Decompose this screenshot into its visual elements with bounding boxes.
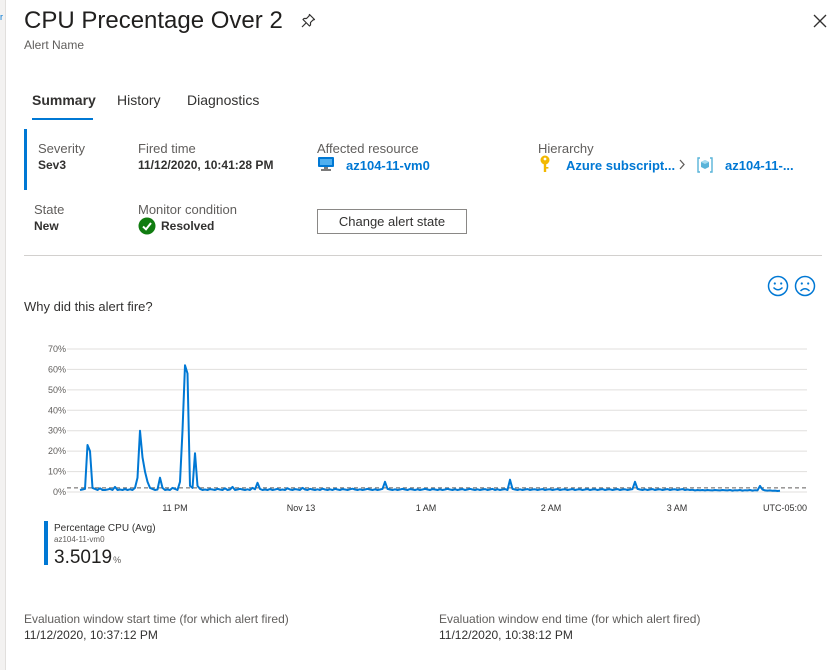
why-fired-heading: Why did this alert fire? <box>24 299 153 314</box>
y-tick-label: 70% <box>48 344 66 354</box>
affected-resource-label: Affected resource <box>317 141 419 156</box>
legend-value-number: 3.5019 <box>54 547 113 568</box>
key-icon <box>540 155 550 172</box>
legend-color-bar <box>44 521 48 565</box>
monitor-condition-label: Monitor condition <box>138 202 237 217</box>
page-title: CPU Precentage Over 2 <box>24 7 283 34</box>
legend-metric-name[interactable]: Percentage CPU (Avg) <box>54 523 156 534</box>
monitor-condition-value: Resolved <box>161 219 215 233</box>
hierarchy-label: Hierarchy <box>538 141 594 156</box>
x-tick-label: 11 PM <box>162 503 187 513</box>
chart-x-axis: 11 PM Nov 13 1 AM 2 AM 3 AM UTC-05:00 <box>162 503 807 513</box>
eval-end-label: Evaluation window end time (for which al… <box>439 612 701 626</box>
eval-start-label: Evaluation window start time (for which … <box>24 612 289 626</box>
resource-group-icon <box>697 157 713 173</box>
fired-time-label: Fired time <box>138 141 196 156</box>
series-line-percentage-cpu <box>79 364 781 492</box>
x-tick-label: UTC-05:00 <box>763 503 807 513</box>
eval-start-value: 11/12/2020, 10:37:12 PM <box>24 628 158 642</box>
x-tick-label: Nov 13 <box>287 503 316 513</box>
hierarchy-resource-group-link[interactable]: az104-11-... <box>725 158 794 173</box>
fired-time-value: 11/12/2020, 10:41:28 PM <box>138 158 274 172</box>
y-tick-label: 40% <box>48 405 66 415</box>
y-tick-label: 30% <box>48 426 66 436</box>
y-tick-label: 60% <box>48 364 66 374</box>
page-subtitle: Alert Name <box>24 38 85 52</box>
y-tick-label: 50% <box>48 385 66 395</box>
cpu-line-chart: 70% 60% 50% 40% 30% 20% 10% 0% 11 PM Nov 13 1 AM 2… <box>48 344 807 513</box>
y-tick-label: 10% <box>48 467 66 477</box>
chart-y-axis: 70% 60% 50% 40% 30% 20% 10% 0% <box>48 344 66 497</box>
state-label: State <box>34 202 65 217</box>
severity-accent-bar <box>24 129 27 190</box>
severity-label: Severity <box>38 141 85 156</box>
section-divider <box>24 255 822 256</box>
smile-feedback-icon[interactable] <box>767 275 789 297</box>
x-tick-label: 3 AM <box>667 503 688 513</box>
tab-history[interactable]: History <box>117 92 161 108</box>
y-tick-label: 20% <box>48 446 66 456</box>
chevron-right-icon <box>679 159 685 170</box>
close-icon[interactable] <box>812 12 828 30</box>
chart-grid <box>67 348 807 493</box>
virtual-machine-icon <box>318 157 334 171</box>
state-value: New <box>34 219 59 233</box>
hierarchy-subscription-link[interactable]: Azure subscript... <box>566 158 675 173</box>
eval-end-value: 11/12/2020, 10:38:12 PM <box>439 628 573 642</box>
severity-value: Sev3 <box>38 158 67 172</box>
y-tick-label: 0% <box>53 487 66 497</box>
x-tick-label: 1 AM <box>416 503 437 513</box>
change-alert-state-button[interactable]: Change alert state <box>317 209 467 234</box>
tab-summary[interactable]: Summary <box>32 92 96 108</box>
left-panel-edge: r <box>0 0 6 670</box>
legend-value: 3.5019% <box>54 547 121 569</box>
legend-value-unit: % <box>113 555 122 565</box>
frown-feedback-icon[interactable] <box>794 275 816 297</box>
active-tab-indicator <box>32 118 93 120</box>
tab-diagnostics[interactable]: Diagnostics <box>187 92 259 108</box>
resolved-check-icon <box>138 217 156 235</box>
pin-icon[interactable] <box>300 13 316 29</box>
edge-marker-icon: r <box>0 12 3 22</box>
affected-resource-link[interactable]: az104-11-vm0 <box>346 158 430 173</box>
legend-resource-name: az104-11-vm0 <box>54 535 105 544</box>
x-tick-label: 2 AM <box>541 503 562 513</box>
